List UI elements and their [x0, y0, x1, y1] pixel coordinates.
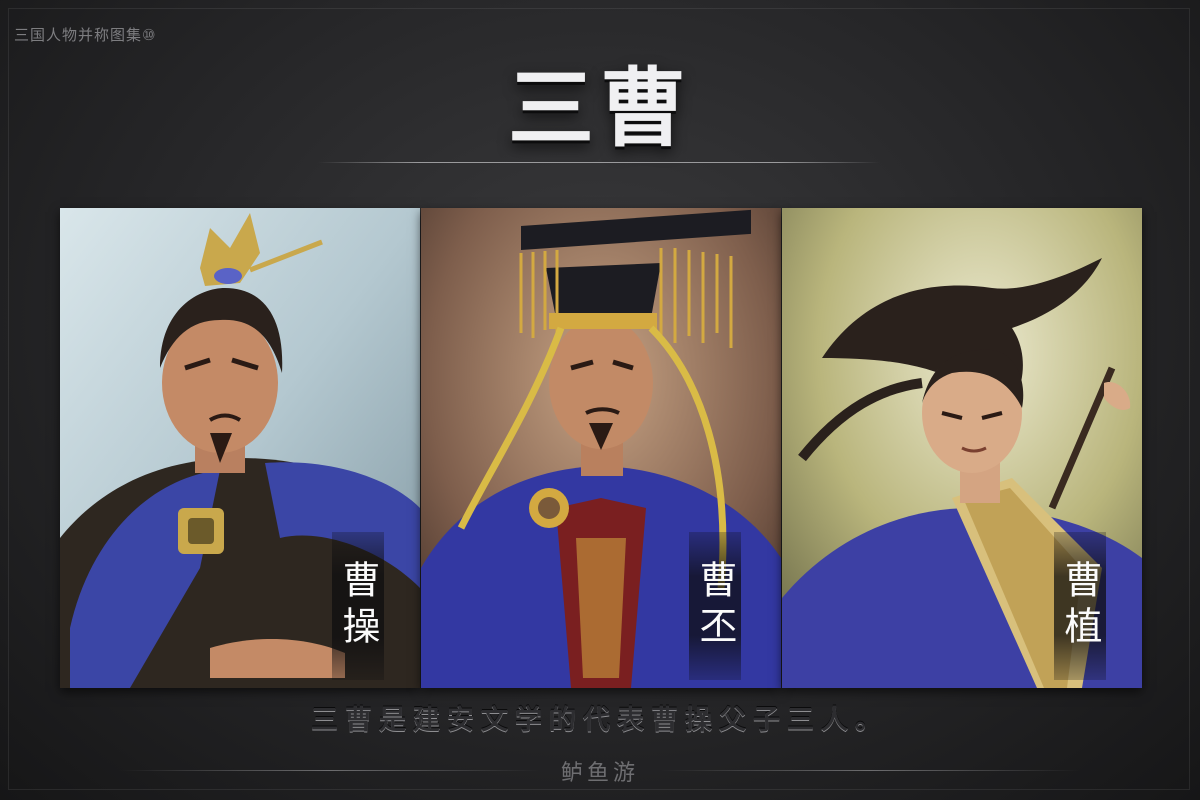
- portrait-panel-cao-pi: 曹丕: [421, 208, 781, 688]
- caption: 三曹是建安文学的代表曹操父子三人。: [311, 705, 889, 736]
- title-divider: [318, 162, 880, 163]
- name-plate-cao-pi: 曹丕: [689, 532, 741, 680]
- page-title: 三曹: [508, 58, 692, 159]
- portrait-panel-cao-cao: 曹操: [60, 208, 420, 688]
- name-cao-zhi: 曹植: [1058, 560, 1102, 652]
- name-cao-pi: 曹丕: [693, 560, 737, 652]
- name-plate-cao-cao: 曹操: [332, 532, 384, 680]
- name-plate-cao-zhi: 曹植: [1054, 532, 1106, 680]
- name-cao-cao: 曹操: [336, 560, 380, 652]
- portrait-panel-cao-zhi: 曹植: [782, 208, 1142, 688]
- footer-signature: 鲈鱼游: [560, 761, 639, 786]
